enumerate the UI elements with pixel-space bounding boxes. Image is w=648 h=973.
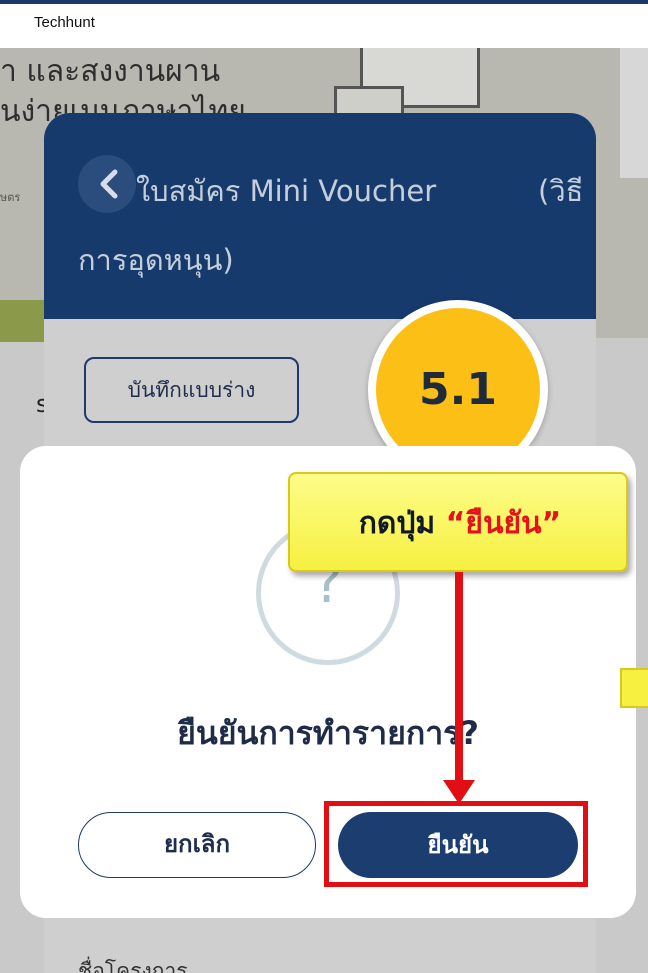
cancel-button[interactable]: ยกเลิก — [78, 812, 316, 878]
dialog-title: ยืนยันการทำรายการ? — [177, 714, 479, 752]
annotation-arrow-line — [455, 572, 463, 784]
form-title-line2: การอุดหนุน) — [78, 243, 234, 277]
app-bar: Techhunt — [0, 0, 648, 48]
banner-side-text: ษตร — [0, 191, 21, 204]
chevron-left-icon[interactable] — [97, 168, 119, 200]
project-name-label: ชื่อโครงการ — [78, 959, 188, 973]
callout-highlight: “ยืนยัน” — [445, 506, 562, 541]
form-title-line1: ใบสมัคร Mini Voucher — [136, 174, 437, 208]
save-draft-button[interactable]: บันทึกแบบร่าง — [84, 357, 299, 423]
confirm-highlight-box — [324, 801, 588, 887]
callout-text: กดปุ่ม “ยืนยัน” — [290, 474, 630, 574]
banner-right-strip — [620, 48, 648, 178]
side-callout-marker — [620, 668, 648, 708]
app-title: Techhunt — [34, 14, 95, 31]
instruction-callout: กดปุ่ม “ยืนยัน” — [288, 472, 628, 572]
form-header: ใบสมัคร Mini Voucher (วิธี การอุดหนุน) — [44, 113, 596, 319]
form-title-tail: (วิธี — [538, 174, 584, 208]
callout-prefix: กดปุ่ม — [358, 506, 446, 541]
